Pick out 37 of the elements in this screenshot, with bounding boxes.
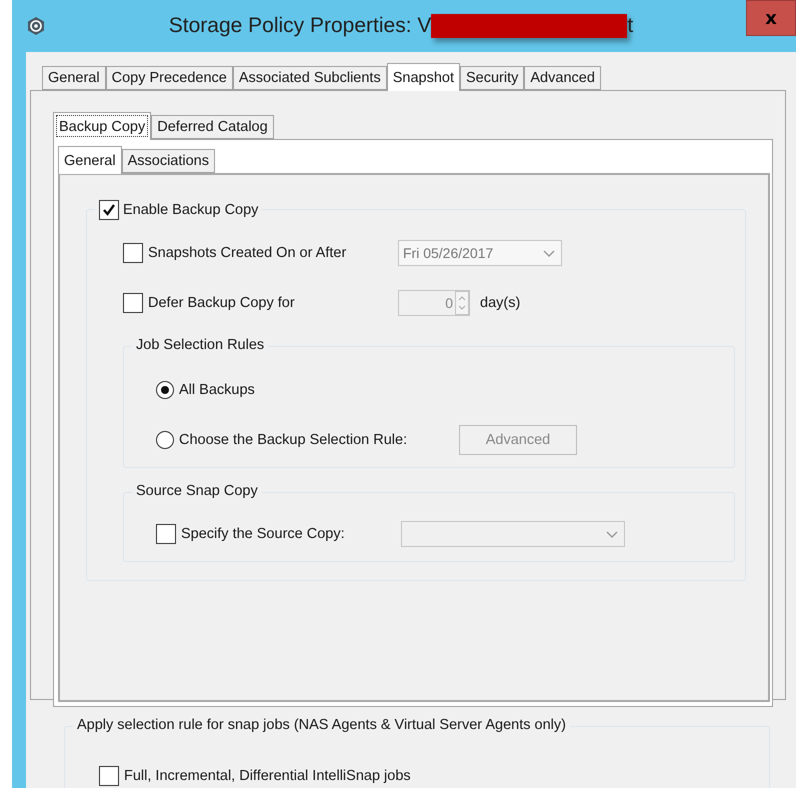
- tab[interactable]: Deferred Catalog: [151, 115, 274, 139]
- checkbox[interactable]: [123, 293, 143, 313]
- tab[interactable]: Backup Copy: [53, 112, 152, 140]
- tab[interactable]: General: [58, 146, 122, 174]
- group-title: Source Snap Copy: [132, 483, 262, 499]
- radio-label: All Backups: [179, 382, 255, 398]
- date-value: Fri 05/26/2017: [403, 245, 494, 261]
- tab[interactable]: Copy Precedence: [106, 66, 233, 90]
- radio-label: Choose the Backup Selection Rule:: [179, 432, 408, 448]
- date-dropdown[interactable]: Fri 05/26/2017: [398, 240, 562, 266]
- checkbox-label: Full, Incremental, Differential IntelliSnap jobs: [124, 768, 411, 784]
- tab[interactable]: Security: [460, 66, 524, 90]
- spinner-value: 0: [445, 295, 453, 311]
- caret-icon: [543, 250, 555, 256]
- checkbox[interactable]: [156, 524, 176, 544]
- checkbox[interactable]: [123, 243, 143, 263]
- window-title-end: t: [627, 14, 634, 38]
- checkbox[interactable]: [99, 200, 119, 220]
- spin-arrows-icon: [455, 291, 469, 315]
- unit-label: day(s): [480, 295, 520, 311]
- radio-button[interactable]: [156, 431, 174, 449]
- checkbox-label: Defer Backup Copy for: [148, 295, 296, 311]
- group-title: Apply selection rule for snap jobs (NAS Agents & Virtual Server Agents only): [73, 717, 570, 733]
- tab[interactable]: Advanced: [524, 66, 601, 90]
- close-button[interactable]: x: [746, 0, 796, 36]
- app-logo-icon: [26, 16, 46, 36]
- tab[interactable]: Associations: [122, 149, 215, 173]
- tab[interactable]: Snapshot: [386, 63, 460, 91]
- checkbox-label: Specify the Source Copy:: [181, 526, 346, 542]
- caret-icon: [606, 530, 618, 538]
- checkbox-label: Snapshots Created On or After: [148, 245, 348, 261]
- checkbox[interactable]: [99, 766, 119, 786]
- tab[interactable]: General: [42, 66, 106, 90]
- checkbox-label: Enable Backup Copy: [123, 202, 258, 218]
- radio-button[interactable]: [156, 381, 174, 399]
- window-title: Storage Policy Properties: V: [168, 14, 432, 38]
- tab[interactable]: Associated Subclients: [232, 66, 387, 90]
